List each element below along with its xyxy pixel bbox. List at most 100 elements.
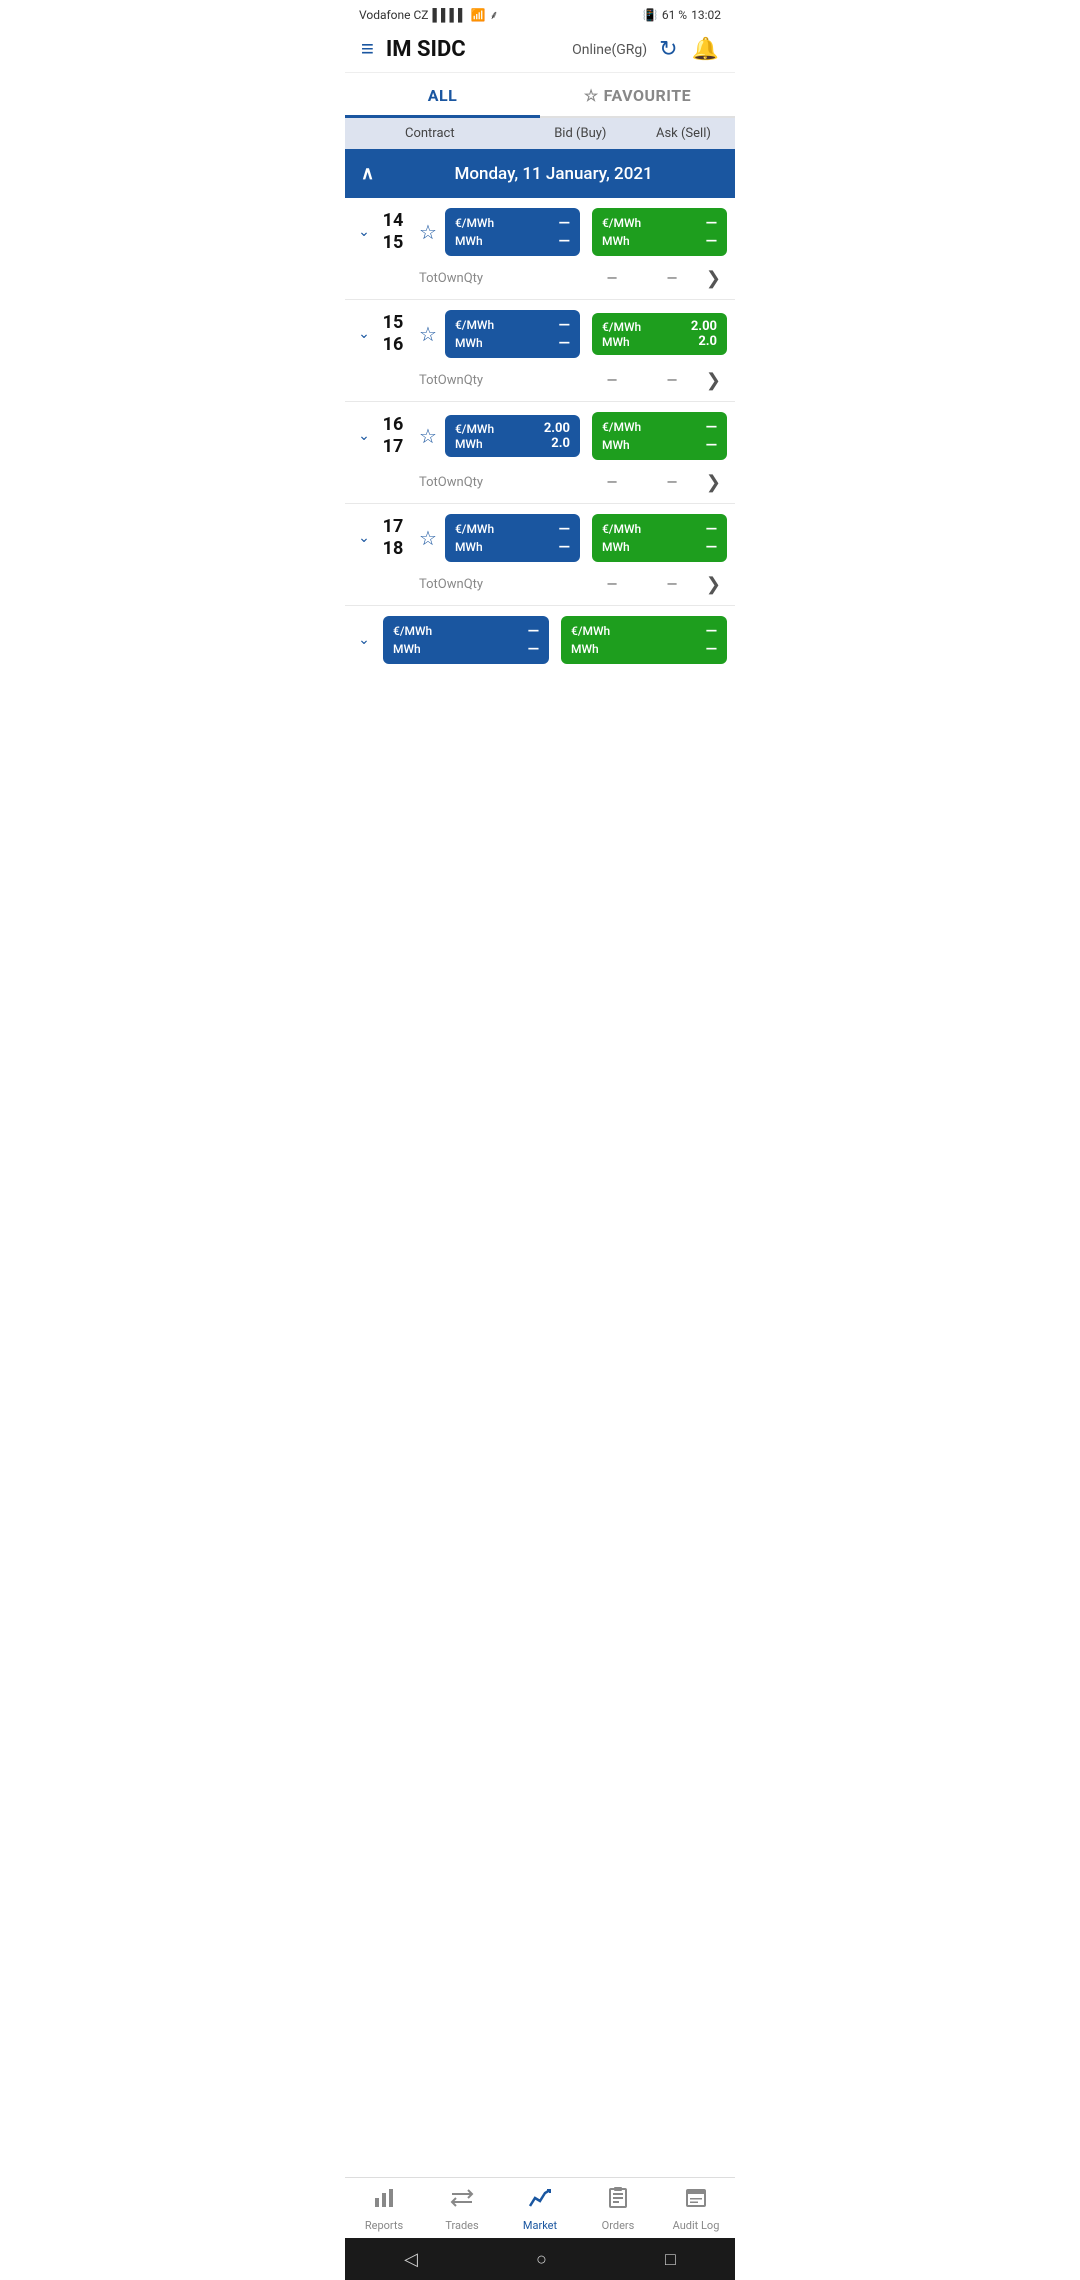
tot-row-2: TotOwnQty — — ❯ <box>345 466 735 503</box>
tot-row-0: TotOwnQty — — ❯ <box>345 262 735 299</box>
date-row[interactable]: ∧ Monday, 11 January, 2021 <box>345 149 735 198</box>
main-tabs: ALL ☆FAVOURITE <box>345 73 735 118</box>
tot-bid-1: — <box>582 373 642 389</box>
contract-chevron-0[interactable]: ⌄ <box>353 224 375 240</box>
refresh-button[interactable]: ↻ <box>659 37 677 62</box>
contracts-list: ⌄ 14 15 ☆ €/MWh — MWh — <box>345 198 735 606</box>
bluetooth-icon: 📳 <box>643 8 658 22</box>
signal-icon: ▌▌▌▌ <box>433 8 467 22</box>
partial-chevron-icon[interactable]: ⌄ <box>353 632 375 648</box>
app-title: IM SIDC <box>386 37 572 62</box>
tot-row-1: TotOwnQty — — ❯ <box>345 364 735 401</box>
tab-favourite[interactable]: ☆FAVOURITE <box>540 73 735 116</box>
tot-arrow-2[interactable]: ❯ <box>706 472 721 493</box>
status-left: Vodafone CZ ▌▌▌▌ 📶 ⸙ <box>359 6 498 23</box>
tot-bid-0: — <box>582 271 642 287</box>
tot-label-3: TotOwnQty <box>359 577 582 592</box>
star-icon: ☆ <box>584 86 599 105</box>
partial-ask-box[interactable]: €/MWh — MWh — <box>561 616 727 664</box>
tot-ask-2: — <box>642 475 702 491</box>
contract-star-0[interactable]: ☆ <box>419 220 437 244</box>
android-nav: ◁ ○ □ <box>345 2238 735 2280</box>
tot-ask-3: — <box>642 577 702 593</box>
orders-icon <box>606 2186 630 2216</box>
contract-hours-2: 16 17 <box>375 414 411 457</box>
nav-market[interactable]: Market <box>510 2186 570 2232</box>
status-bar: Vodafone CZ ▌▌▌▌ 📶 ⸙ 📳 61 % 13:02 <box>345 0 735 27</box>
home-button[interactable]: ○ <box>536 2249 547 2270</box>
contract-block-3: ⌄ 17 18 ☆ €/MWh — MWh — <box>345 504 735 606</box>
contract-row-2: ⌄ 16 17 ☆ €/MWh 2.00 MWh 2.0 <box>345 402 735 466</box>
tot-label-2: TotOwnQty <box>359 475 582 490</box>
ask-box-2[interactable]: €/MWh — MWh — <box>592 412 727 460</box>
bid-box-3[interactable]: €/MWh — MWh — <box>445 514 580 562</box>
notification-bell[interactable]: 🔔 <box>692 37 719 62</box>
battery-label: 61 % <box>662 8 687 22</box>
contract-row-3: ⌄ 17 18 ☆ €/MWh — MWh — <box>345 504 735 568</box>
ask-box-0[interactable]: €/MWh — MWh — <box>592 208 727 256</box>
contract-hours-1: 15 16 <box>375 312 411 355</box>
contract-star-1[interactable]: ☆ <box>419 322 437 346</box>
nav-auditlog[interactable]: Audit Log <box>666 2186 726 2232</box>
date-label: Monday, 11 January, 2021 <box>388 164 719 184</box>
nav-reports-label: Reports <box>365 2219 403 2232</box>
back-button[interactable]: ◁ <box>404 2249 418 2270</box>
market-icon <box>528 2186 552 2216</box>
wifi-icon: 📶 <box>471 8 486 22</box>
contract-chevron-3[interactable]: ⌄ <box>353 530 375 546</box>
nav-orders-label: Orders <box>602 2219 635 2232</box>
tot-bid-3: — <box>582 577 642 593</box>
nav-auditlog-label: Audit Log <box>673 2219 720 2232</box>
col-ask-header: Ask (Sell) <box>632 126 735 141</box>
tab-all[interactable]: ALL <box>345 73 540 118</box>
col-bid-header: Bid (Buy) <box>529 126 632 141</box>
contract-chevron-2[interactable]: ⌄ <box>353 428 375 444</box>
contract-star-2[interactable]: ☆ <box>419 424 437 448</box>
tot-arrow-1[interactable]: ❯ <box>706 370 721 391</box>
contract-hours-0: 14 15 <box>375 210 411 253</box>
partial-bid-box[interactable]: €/MWh — MWh — <box>383 616 549 664</box>
trades-icon <box>450 2186 474 2216</box>
tot-ask-1: — <box>642 373 702 389</box>
ask-box-3[interactable]: €/MWh — MWh — <box>592 514 727 562</box>
contract-hours-3: 17 18 <box>375 516 411 559</box>
contract-row-1: ⌄ 15 16 ☆ €/MWh — MWh — <box>345 300 735 364</box>
usb-icon: ⸙ <box>489 6 498 23</box>
contract-row-0: ⌄ 14 15 ☆ €/MWh — MWh — <box>345 198 735 262</box>
contract-block-2: ⌄ 16 17 ☆ €/MWh 2.00 MWh 2.0 <box>345 402 735 504</box>
online-status: Online(GRg) <box>572 42 647 58</box>
nav-trades[interactable]: Trades <box>432 2186 492 2232</box>
nav-orders[interactable]: Orders <box>588 2186 648 2232</box>
date-chevron-icon: ∧ <box>361 163 374 184</box>
nav-trades-label: Trades <box>445 2219 478 2232</box>
nav-market-label: Market <box>523 2219 557 2232</box>
col-contract-header: Contract <box>345 126 529 141</box>
auditlog-icon <box>684 2186 708 2216</box>
menu-button[interactable]: ≡ <box>361 39 374 61</box>
contract-star-3[interactable]: ☆ <box>419 526 437 550</box>
header: ≡ IM SIDC Online(GRg) ↻ 🔔 <box>345 27 735 73</box>
tot-label-0: TotOwnQty <box>359 271 582 286</box>
nav-reports[interactable]: Reports <box>354 2186 414 2232</box>
bottom-nav: Reports Trades Market <box>345 2177 735 2238</box>
ask-box-1[interactable]: €/MWh 2.00 MWh 2.0 <box>592 313 727 355</box>
column-headers: Contract Bid (Buy) Ask (Sell) <box>345 118 735 149</box>
recent-button[interactable]: □ <box>665 2249 676 2270</box>
tot-arrow-3[interactable]: ❯ <box>706 574 721 595</box>
status-right: 📳 61 % 13:02 <box>643 8 721 22</box>
tot-row-3: TotOwnQty — — ❯ <box>345 568 735 605</box>
reports-icon <box>372 2186 396 2216</box>
contract-block-0: ⌄ 14 15 ☆ €/MWh — MWh — <box>345 198 735 300</box>
tot-arrow-0[interactable]: ❯ <box>706 268 721 289</box>
partial-contract-row: ⌄ €/MWh — MWh — €/MWh — MWh — <box>345 606 735 670</box>
tot-label-1: TotOwnQty <box>359 373 582 388</box>
bid-box-2[interactable]: €/MWh 2.00 MWh 2.0 <box>445 415 580 457</box>
tot-bid-2: — <box>582 475 642 491</box>
tot-ask-0: — <box>642 271 702 287</box>
contract-block-1: ⌄ 15 16 ☆ €/MWh — MWh — <box>345 300 735 402</box>
contract-chevron-1[interactable]: ⌄ <box>353 326 375 342</box>
carrier-label: Vodafone CZ <box>359 8 429 22</box>
bid-box-1[interactable]: €/MWh — MWh — <box>445 310 580 358</box>
bid-box-0[interactable]: €/MWh — MWh — <box>445 208 580 256</box>
time-label: 13:02 <box>691 8 721 22</box>
